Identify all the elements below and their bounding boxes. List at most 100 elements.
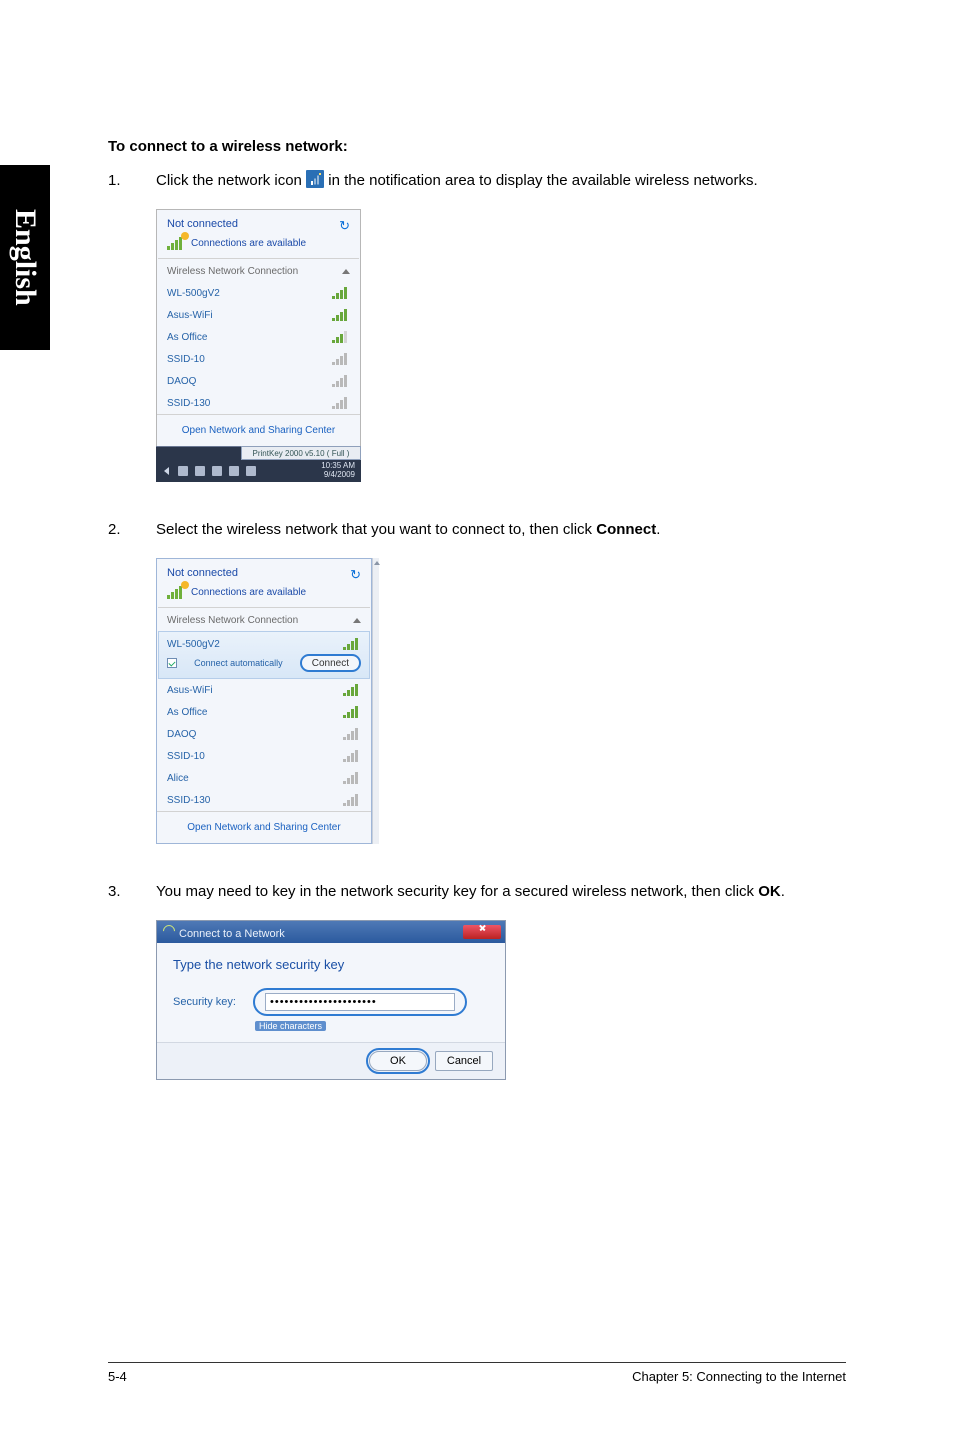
network-item[interactable]: WL-500gV2: [157, 282, 360, 304]
chevron-up-icon[interactable]: [353, 618, 361, 623]
network-item[interactable]: As Office: [157, 701, 371, 723]
availability-text: Connections are available: [191, 238, 306, 249]
page-number: 5-4: [108, 1369, 127, 1384]
networks-flyout-2: Not connected ↻ Connections are availabl…: [156, 558, 372, 844]
step-2: 2. Select the wireless network that you …: [108, 518, 846, 542]
network-name: SSID-10: [167, 354, 205, 365]
sharing-center-link[interactable]: Open Network and Sharing Center: [157, 414, 360, 446]
status-text: Not connected: [167, 218, 238, 230]
dialog-prompt: Type the network security key: [173, 957, 489, 972]
network-name: WL-500gV2: [167, 288, 220, 299]
dialog-titlebar[interactable]: Connect to a Network: [157, 921, 505, 943]
taskbar-button[interactable]: PrintKey 2000 v5.10 ( Full ): [241, 446, 361, 460]
signal-icon: [343, 772, 361, 784]
section-heading: To connect to a wireless network:: [108, 138, 846, 155]
signal-icon: [343, 728, 361, 740]
tray-expand-icon[interactable]: [164, 467, 169, 475]
taskbar-clock: 10:35 AM 9/4/2009: [321, 462, 355, 480]
connect-button[interactable]: Connect: [300, 654, 361, 672]
security-key-dialog: Connect to a Network Type the network se…: [156, 920, 506, 1080]
scrollbar[interactable]: [372, 558, 379, 844]
networks-flyout-1: Not connected ↻ Connections are availabl…: [156, 209, 361, 482]
hide-characters-checkbox[interactable]: Hide characters: [255, 1021, 326, 1031]
network-item[interactable]: DAOQ: [157, 370, 360, 392]
network-name: DAOQ: [167, 376, 196, 387]
taskbar: PrintKey 2000 v5.10 ( Full ) 10:35 AM 9/…: [156, 446, 361, 482]
signal-icon: [343, 638, 361, 650]
network-name: As Office: [167, 707, 207, 718]
network-item[interactable]: Asus-WiFi: [157, 304, 360, 326]
network-item[interactable]: Alice: [157, 767, 371, 789]
security-key-input[interactable]: ••••••••••••••••••••••: [265, 993, 455, 1011]
network-item[interactable]: As Office: [157, 326, 360, 348]
network-item[interactable]: DAOQ: [157, 723, 371, 745]
network-name: SSID-130: [167, 398, 210, 409]
wifi-icon: [163, 925, 175, 937]
signal-icon: [332, 375, 350, 387]
step-2-number: 2.: [108, 518, 156, 542]
step-3-text: You may need to key in the network secur…: [156, 880, 846, 904]
network-name: SSID-130: [167, 795, 210, 806]
availability-text: Connections are available: [191, 587, 306, 598]
signal-icon: [332, 287, 350, 299]
step-3-pre: You may need to key in the network secur…: [156, 883, 758, 900]
signal-icon: [343, 684, 361, 696]
cancel-button[interactable]: Cancel: [435, 1051, 493, 1071]
auto-connect-label: Connect automatically: [194, 658, 283, 668]
refresh-icon[interactable]: ↻: [339, 218, 350, 234]
step-1-pre: Click the network icon: [156, 172, 306, 189]
network-item[interactable]: SSID-10: [157, 745, 371, 767]
signal-bars-icon: [167, 585, 185, 599]
tray-icons: [178, 466, 256, 476]
network-item[interactable]: SSID-130: [157, 392, 360, 414]
section-title-text: Wireless Network Connection: [167, 266, 298, 277]
chapter-title: Chapter 5: Connecting to the Internet: [632, 1369, 846, 1384]
step-3: 3. You may need to key in the network se…: [108, 880, 846, 904]
network-name: Alice: [167, 773, 189, 784]
step-2-text: Select the wireless network that you wan…: [156, 518, 846, 542]
network-item[interactable]: SSID-10: [157, 348, 360, 370]
language-tab: English: [0, 165, 50, 350]
security-key-label: Security key:: [173, 996, 243, 1008]
dialog-title-text: Connect to a Network: [179, 928, 285, 940]
auto-connect-checkbox[interactable]: [167, 658, 177, 668]
chevron-up-icon[interactable]: [342, 269, 350, 274]
step-2-bold: Connect: [596, 521, 656, 538]
step-3-post: .: [781, 883, 785, 900]
security-key-highlight: ••••••••••••••••••••••: [253, 988, 467, 1016]
network-name: SSID-10: [167, 751, 205, 762]
step-2-pre: Select the wireless network that you wan…: [156, 521, 596, 538]
step-3-number: 3.: [108, 880, 156, 904]
ok-button[interactable]: OK: [369, 1051, 427, 1071]
signal-icon: [332, 309, 350, 321]
page-footer: 5-4 Chapter 5: Connecting to the Interne…: [108, 1362, 846, 1384]
network-name: DAOQ: [167, 729, 196, 740]
close-icon[interactable]: [463, 925, 501, 939]
signal-icon: [332, 331, 350, 343]
signal-icon: [332, 397, 350, 409]
sharing-center-link[interactable]: Open Network and Sharing Center: [157, 811, 371, 843]
step-1: 1. Click the network icon in the notific…: [108, 169, 846, 193]
status-text: Not connected: [167, 567, 238, 579]
section-title-text: Wireless Network Connection: [167, 615, 298, 626]
network-name: WL-500gV2: [167, 639, 220, 650]
network-tray-icon: [306, 170, 324, 188]
network-name: As Office: [167, 332, 207, 343]
step-2-post: .: [656, 521, 660, 538]
clock-date: 9/4/2009: [321, 471, 355, 480]
network-item[interactable]: SSID-130: [157, 789, 371, 811]
step-3-bold: OK: [758, 883, 781, 900]
signal-icon: [343, 750, 361, 762]
network-name: Asus-WiFi: [167, 310, 213, 321]
signal-icon: [343, 706, 361, 718]
step-1-number: 1.: [108, 169, 156, 193]
signal-bars-icon: [167, 236, 185, 250]
network-item-selected[interactable]: WL-500gV2 Connect automatically Connect: [158, 631, 370, 679]
language-label: English: [8, 209, 42, 306]
step-1-text: Click the network icon in the notificati…: [156, 169, 846, 193]
network-name: Asus-WiFi: [167, 685, 213, 696]
network-item[interactable]: Asus-WiFi: [157, 679, 371, 701]
step-1-post: in the notification area to display the …: [328, 172, 757, 189]
refresh-icon[interactable]: ↻: [350, 567, 361, 583]
signal-icon: [343, 794, 361, 806]
